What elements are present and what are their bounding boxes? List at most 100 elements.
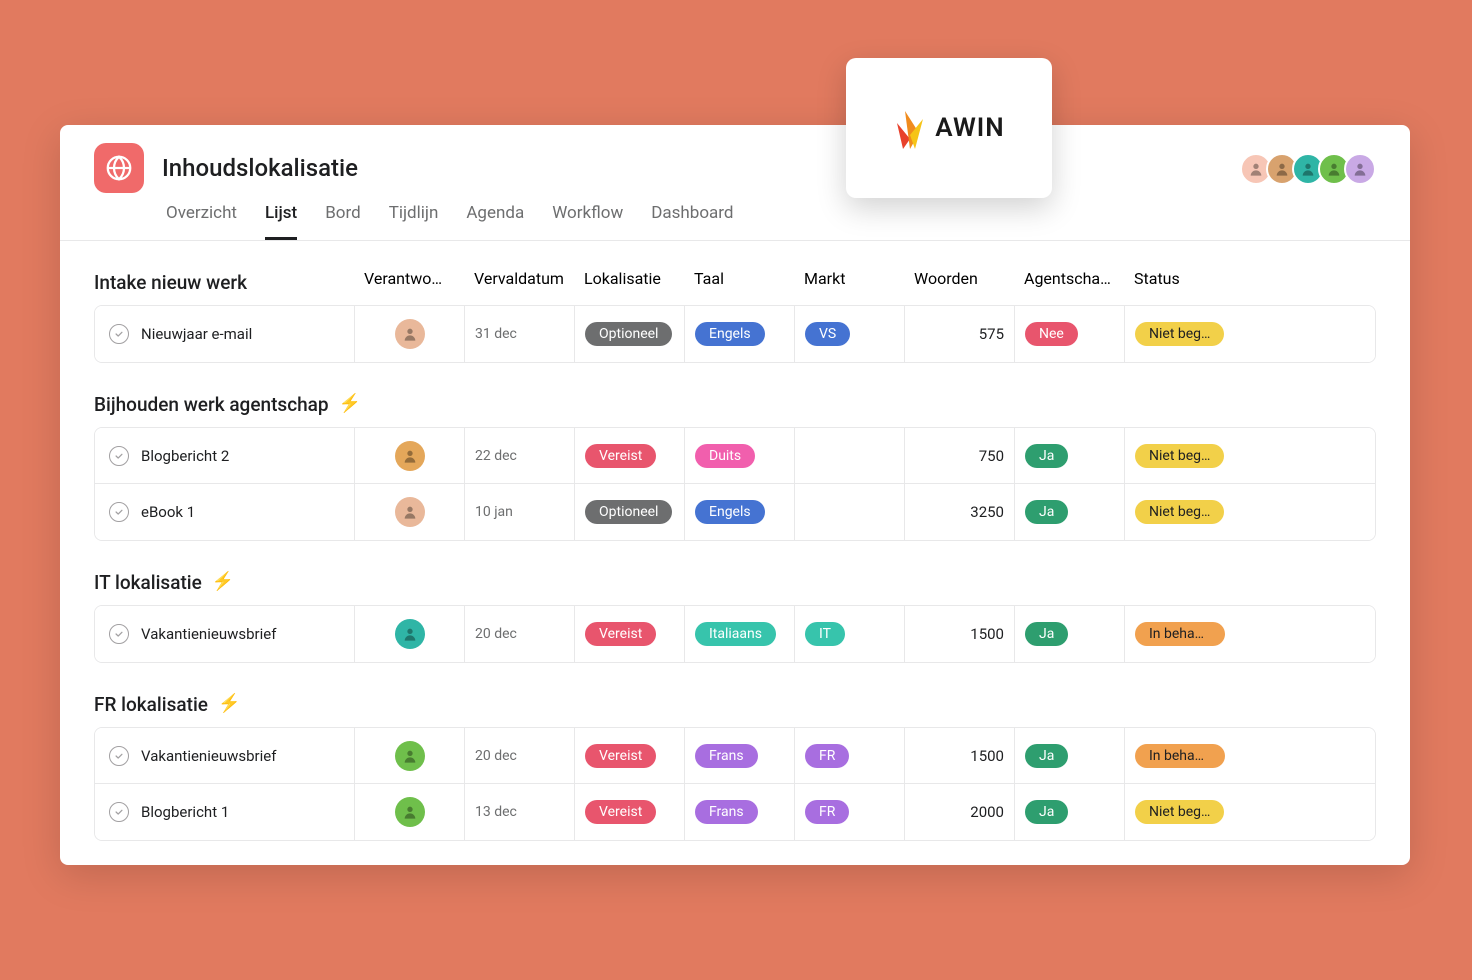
task-name-cell[interactable]: Blogbericht 2 bbox=[95, 428, 355, 484]
lokalisatie-cell[interactable]: Vereist bbox=[575, 428, 685, 484]
lokalisatie-cell[interactable]: Optioneel bbox=[575, 484, 685, 540]
pill[interactable]: FR bbox=[805, 744, 849, 768]
taal-cell[interactable]: Frans bbox=[685, 784, 795, 840]
agentschap-cell[interactable]: Ja bbox=[1015, 606, 1125, 662]
pill[interactable]: Ja bbox=[1025, 500, 1068, 524]
complete-task-icon[interactable] bbox=[109, 746, 129, 766]
status-cell[interactable]: In behan… bbox=[1125, 606, 1235, 662]
taal-cell[interactable]: Engels bbox=[685, 306, 795, 362]
pill[interactable]: Niet beg… bbox=[1135, 500, 1224, 524]
agentschap-cell[interactable]: Ja bbox=[1015, 784, 1125, 840]
assignee-avatar[interactable] bbox=[395, 497, 425, 527]
task-row[interactable]: Nieuwjaar e-mail 31 dec Optioneel Engels… bbox=[95, 306, 1375, 362]
pill[interactable]: Niet beg… bbox=[1135, 800, 1224, 824]
taal-cell[interactable]: Frans bbox=[685, 728, 795, 784]
complete-task-icon[interactable] bbox=[109, 802, 129, 822]
pill[interactable]: Ja bbox=[1025, 744, 1068, 768]
agentschap-cell[interactable]: Ja bbox=[1015, 428, 1125, 484]
woorden-cell[interactable]: 3250 bbox=[905, 484, 1015, 540]
automation-bolt-icon[interactable]: ⚡ bbox=[339, 395, 361, 413]
task-row[interactable]: Vakantienieuwsbrief 20 dec Vereist Frans… bbox=[95, 728, 1375, 784]
tab-workflow[interactable]: Workflow bbox=[552, 203, 623, 240]
markt-cell[interactable]: IT bbox=[795, 606, 905, 662]
woorden-cell[interactable]: 1500 bbox=[905, 728, 1015, 784]
section-header[interactable]: IT lokalisatie ⚡ bbox=[94, 565, 1376, 599]
pill[interactable]: Frans bbox=[695, 744, 758, 768]
automation-bolt-icon[interactable]: ⚡ bbox=[218, 695, 240, 713]
taal-cell[interactable]: Engels bbox=[685, 484, 795, 540]
pill[interactable]: IT bbox=[805, 622, 845, 646]
pill[interactable]: Frans bbox=[695, 800, 758, 824]
markt-cell[interactable] bbox=[795, 428, 905, 484]
task-name-cell[interactable]: Nieuwjaar e-mail bbox=[95, 306, 355, 362]
taal-cell[interactable]: Italiaans bbox=[685, 606, 795, 662]
pill[interactable]: Vereist bbox=[585, 444, 656, 468]
assignee-cell[interactable] bbox=[355, 484, 465, 540]
assignee-avatar[interactable] bbox=[395, 741, 425, 771]
assignee-avatar[interactable] bbox=[395, 319, 425, 349]
task-name-cell[interactable]: eBook 1 bbox=[95, 484, 355, 540]
pill[interactable]: FR bbox=[805, 800, 849, 824]
due-date-cell[interactable]: 20 dec bbox=[465, 606, 575, 662]
complete-task-icon[interactable] bbox=[109, 324, 129, 344]
pill[interactable]: Ja bbox=[1025, 444, 1068, 468]
tab-tijdlijn[interactable]: Tijdlijn bbox=[389, 203, 439, 240]
assignee-cell[interactable] bbox=[355, 784, 465, 840]
woorden-cell[interactable]: 1500 bbox=[905, 606, 1015, 662]
due-date-cell[interactable]: 10 jan bbox=[465, 484, 575, 540]
pill[interactable]: Optioneel bbox=[585, 500, 672, 524]
section-header[interactable]: FR lokalisatie ⚡ bbox=[94, 687, 1376, 721]
section-header[interactable]: Intake nieuw werk bbox=[94, 265, 1376, 299]
assignee-avatar[interactable] bbox=[395, 441, 425, 471]
task-row[interactable]: Blogbericht 1 13 dec Vereist Frans FR 20… bbox=[95, 784, 1375, 840]
lokalisatie-cell[interactable]: Vereist bbox=[575, 784, 685, 840]
taal-cell[interactable]: Duits bbox=[685, 428, 795, 484]
status-cell[interactable]: Niet beg… bbox=[1125, 428, 1235, 484]
pill[interactable]: VS bbox=[805, 322, 850, 346]
lokalisatie-cell[interactable]: Vereist bbox=[575, 728, 685, 784]
task-name-cell[interactable]: Blogbericht 1 bbox=[95, 784, 355, 840]
tab-overzicht[interactable]: Overzicht bbox=[166, 203, 237, 240]
due-date-cell[interactable]: 13 dec bbox=[465, 784, 575, 840]
assignee-cell[interactable] bbox=[355, 606, 465, 662]
markt-cell[interactable]: VS bbox=[795, 306, 905, 362]
pill[interactable]: Engels bbox=[695, 322, 765, 346]
assignee-cell[interactable] bbox=[355, 728, 465, 784]
task-name-cell[interactable]: Vakantienieuwsbrief bbox=[95, 728, 355, 784]
pill[interactable]: Nee bbox=[1025, 322, 1078, 346]
tab-lijst[interactable]: Lijst bbox=[265, 203, 297, 240]
pill[interactable]: Ja bbox=[1025, 800, 1068, 824]
status-cell[interactable]: Niet beg… bbox=[1125, 784, 1235, 840]
tab-agenda[interactable]: Agenda bbox=[466, 203, 524, 240]
complete-task-icon[interactable] bbox=[109, 624, 129, 644]
agentschap-cell[interactable]: Ja bbox=[1015, 728, 1125, 784]
lokalisatie-cell[interactable]: Optioneel bbox=[575, 306, 685, 362]
tab-dashboard[interactable]: Dashboard bbox=[651, 203, 733, 240]
tab-bord[interactable]: Bord bbox=[325, 203, 360, 240]
assignee-cell[interactable] bbox=[355, 306, 465, 362]
assignee-avatar[interactable] bbox=[395, 619, 425, 649]
complete-task-icon[interactable] bbox=[109, 446, 129, 466]
pill[interactable]: Niet beg… bbox=[1135, 322, 1224, 346]
complete-task-icon[interactable] bbox=[109, 502, 129, 522]
task-row[interactable]: Blogbericht 2 22 dec Vereist Duits 750 J… bbox=[95, 428, 1375, 484]
pill[interactable]: Optioneel bbox=[585, 322, 672, 346]
pill[interactable]: Vereist bbox=[585, 744, 656, 768]
pill[interactable]: Vereist bbox=[585, 800, 656, 824]
task-row[interactable]: Vakantienieuwsbrief 20 dec Vereist Itali… bbox=[95, 606, 1375, 662]
woorden-cell[interactable]: 2000 bbox=[905, 784, 1015, 840]
automation-bolt-icon[interactable]: ⚡ bbox=[212, 573, 234, 591]
due-date-cell[interactable]: 22 dec bbox=[465, 428, 575, 484]
pill[interactable]: In behan… bbox=[1135, 622, 1225, 646]
assignee-avatar[interactable] bbox=[395, 797, 425, 827]
pill[interactable]: Vereist bbox=[585, 622, 656, 646]
agentschap-cell[interactable]: Ja bbox=[1015, 484, 1125, 540]
markt-cell[interactable] bbox=[795, 484, 905, 540]
status-cell[interactable]: Niet beg… bbox=[1125, 306, 1235, 362]
markt-cell[interactable]: FR bbox=[795, 784, 905, 840]
status-cell[interactable]: Niet beg… bbox=[1125, 484, 1235, 540]
agentschap-cell[interactable]: Nee bbox=[1015, 306, 1125, 362]
pill[interactable]: Niet beg… bbox=[1135, 444, 1224, 468]
due-date-cell[interactable]: 31 dec bbox=[465, 306, 575, 362]
markt-cell[interactable]: FR bbox=[795, 728, 905, 784]
